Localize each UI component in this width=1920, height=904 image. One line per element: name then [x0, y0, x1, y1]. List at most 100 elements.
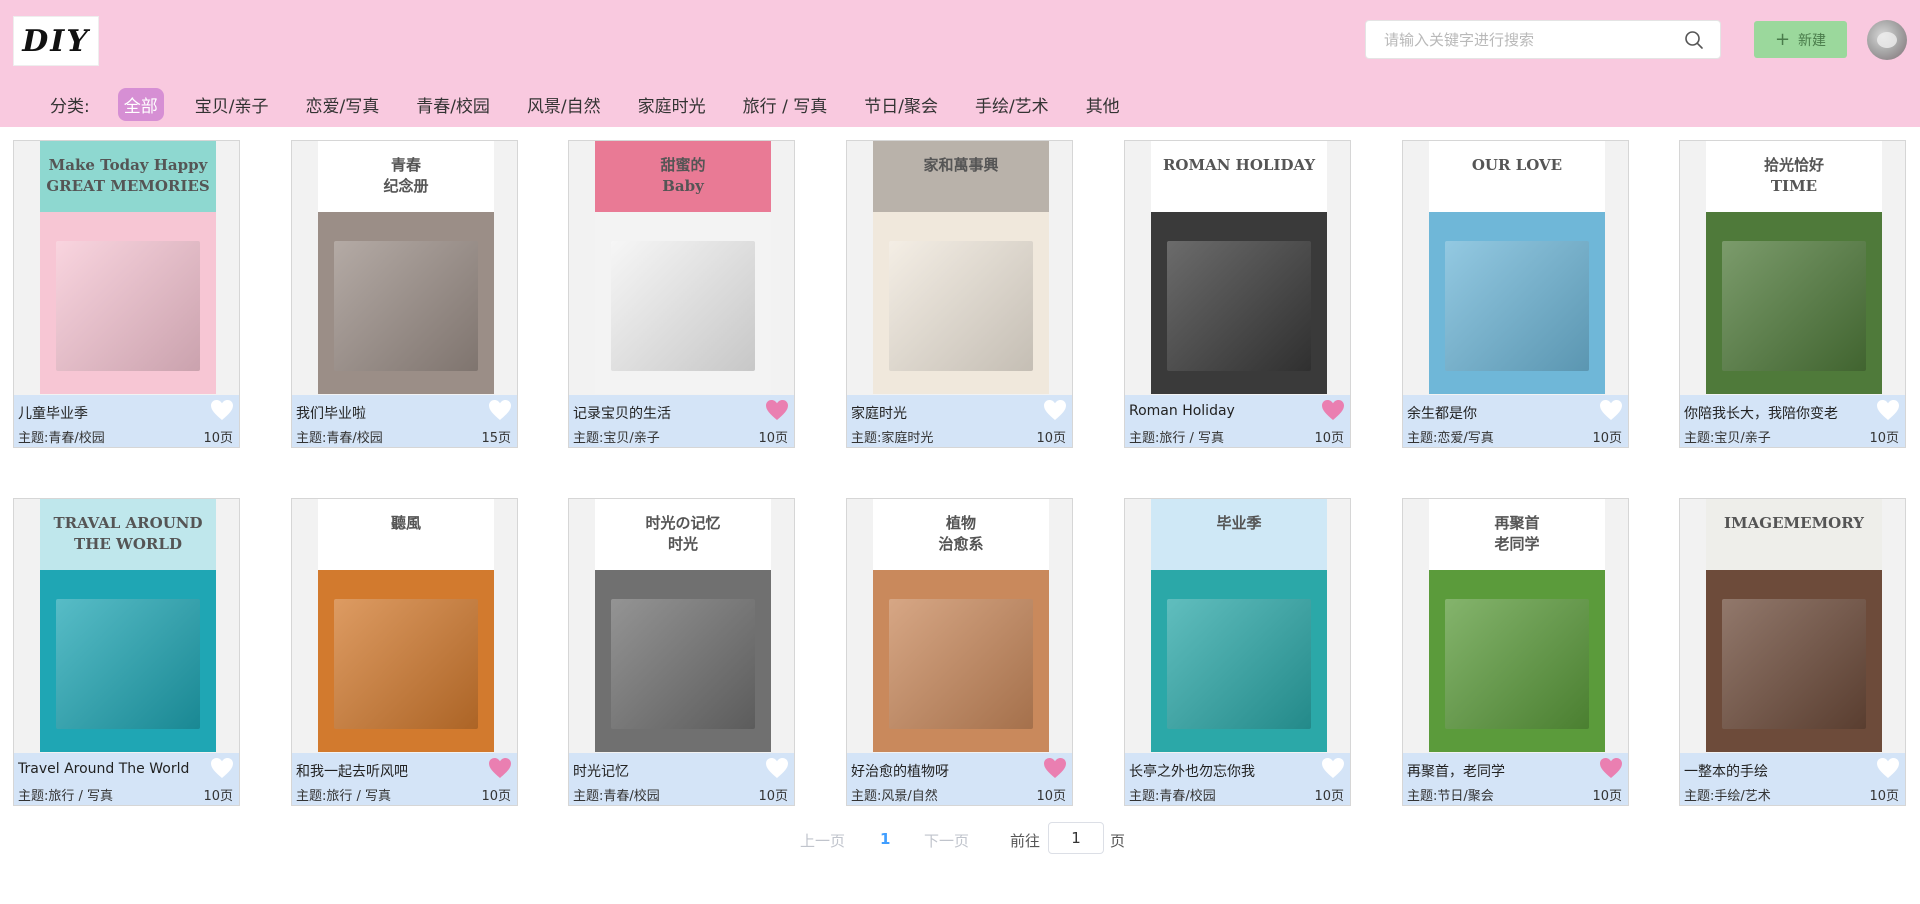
card-info: 你陪我长大，我陪你变老 主题:宝贝/亲子 10页: [1680, 395, 1905, 447]
card-page-count: 10页: [1869, 789, 1899, 804]
card-thumbnail[interactable]: 再聚首 老同学: [1429, 499, 1605, 752]
template-card[interactable]: 植物 治愈系 好治愈的植物呀 主题:风景/自然 10页: [846, 498, 1073, 806]
template-card[interactable]: IMAGEMEMORY 一整本的手绘 主题:手绘/艺术 10页: [1679, 498, 1906, 806]
search-icon[interactable]: [1684, 30, 1704, 50]
template-card[interactable]: Make Today Happy GREAT MEMORIES 儿童毕业季主题:青春…: [13, 140, 240, 448]
card-theme: 主题:青春/校园: [18, 431, 105, 446]
card-title[interactable]: 我们毕业啦: [296, 403, 366, 423]
page-number-current[interactable]: 1: [880, 830, 890, 848]
category-art[interactable]: 手绘/艺术: [969, 88, 1055, 121]
heart-icon[interactable]: [488, 399, 512, 421]
template-card[interactable]: 毕业季 长亭之外也勿忘你我 主题:青春/校园 10页: [1124, 498, 1351, 806]
heart-icon[interactable]: [1043, 757, 1067, 779]
card-info: 再聚首，老同学 主题:节日/聚会 10页: [1403, 753, 1628, 805]
card-title[interactable]: 家庭时光: [851, 403, 907, 423]
template-card[interactable]: 聽風 和我一起去听风吧 主题:旅行 / 写真 10页: [291, 498, 518, 806]
card-title[interactable]: 好治愈的植物呀: [851, 761, 949, 781]
card-title[interactable]: 时光记忆: [573, 761, 629, 781]
heart-icon[interactable]: [210, 757, 234, 779]
category-all[interactable]: 全部: [117, 87, 164, 121]
card-title[interactable]: 和我一起去听风吧: [296, 761, 408, 781]
card-title[interactable]: 一整本的手绘: [1684, 761, 1768, 781]
template-card[interactable]: ROMAN HOLIDAY Roman Holiday 主题:旅行 / 写真 10页: [1124, 140, 1351, 448]
card-thumbnail[interactable]: 时光の记忆 时光: [595, 499, 771, 752]
heart-icon[interactable]: [1043, 399, 1067, 421]
card-title[interactable]: Roman Holiday: [1129, 403, 1235, 419]
template-card[interactable]: 家和萬事興 家庭时光 主题:家庭时光 10页: [846, 140, 1073, 448]
template-card[interactable]: 拾光恰好 TIME 你陪我长大，我陪你变老 主题:宝贝/亲子 10页: [1679, 140, 1906, 448]
card-title[interactable]: 记录宝贝的生活: [573, 403, 671, 423]
heart-icon[interactable]: [488, 757, 512, 779]
template-card[interactable]: OUR LOVE 余生都是你 主题:恋爱/写真 10页: [1402, 140, 1629, 448]
card-title[interactable]: 儿童毕业季: [18, 403, 88, 423]
thumbnail-photo: [334, 599, 478, 729]
card-info: 长亭之外也勿忘你我 主题:青春/校园 10页: [1125, 753, 1350, 805]
card-thumbnail[interactable]: 聽風: [318, 499, 494, 752]
heart-icon[interactable]: [1599, 757, 1623, 779]
heart-icon[interactable]: [765, 757, 789, 779]
thumbnail-caption: 再聚首 老同学: [1429, 513, 1605, 555]
thumbnail-caption: ROMAN HOLIDAY: [1151, 155, 1327, 176]
heart-icon[interactable]: [1876, 399, 1900, 421]
card-theme: 主题:家庭时光: [851, 431, 934, 446]
category-love[interactable]: 恋爱/写真: [299, 88, 385, 121]
card-thumbnail[interactable]: TRAVAL AROUND THE WORLD: [40, 499, 216, 752]
category-travel[interactable]: 旅行 / 写真: [737, 88, 834, 121]
heart-icon[interactable]: [210, 399, 234, 421]
card-theme: 主题:旅行 / 写真: [18, 789, 114, 804]
card-theme: 主题:恋爱/写真: [1407, 431, 1494, 446]
category-baby[interactable]: 宝贝/亲子: [189, 88, 275, 121]
template-card[interactable]: 甜蜜的 Baby 记录宝贝的生活 主题:宝贝/亲子 10页: [568, 140, 795, 448]
card-title[interactable]: 长亭之外也勿忘你我: [1129, 761, 1255, 781]
thumbnail-caption-line: Make Today Happy: [48, 156, 208, 174]
plus-icon: +: [1774, 28, 1791, 50]
category-other[interactable]: 其他: [1080, 88, 1126, 121]
category-bar: 分类: 全部 宝贝/亲子 恋爱/写真 青春/校园 风景/自然 家庭时光 旅行 /…: [50, 86, 1151, 122]
thumbnail-photo: [334, 241, 478, 371]
card-theme: 主题:旅行 / 写真: [1129, 431, 1225, 446]
logo[interactable]: DIY: [13, 16, 99, 66]
card-info: Travel Around The World 主题:旅行 / 写真 10页: [14, 753, 239, 805]
category-youth[interactable]: 青春/校园: [410, 88, 496, 121]
heart-icon[interactable]: [1599, 399, 1623, 421]
card-page-count: 10页: [758, 431, 788, 446]
card-thumbnail[interactable]: Make Today Happy GREAT MEMORIES: [40, 141, 216, 394]
heart-icon[interactable]: [765, 399, 789, 421]
category-festival[interactable]: 节日/聚会: [858, 88, 944, 121]
thumbnail-caption: Make Today Happy GREAT MEMORIES: [40, 155, 216, 197]
heart-icon[interactable]: [1321, 757, 1345, 779]
thumbnail-photo: [611, 599, 755, 729]
card-thumbnail[interactable]: IMAGEMEMORY: [1706, 499, 1882, 752]
category-scenery[interactable]: 风景/自然: [521, 88, 607, 121]
new-button[interactable]: + 新建: [1754, 21, 1847, 58]
card-title[interactable]: Travel Around The World: [18, 761, 189, 777]
next-page-button[interactable]: 下一页: [924, 830, 969, 851]
heart-icon[interactable]: [1876, 757, 1900, 779]
category-family[interactable]: 家庭时光: [632, 88, 712, 121]
card-title[interactable]: 你陪我长大，我陪你变老: [1684, 403, 1838, 423]
card-thumbnail[interactable]: 拾光恰好 TIME: [1706, 141, 1882, 394]
template-card[interactable]: 青春 纪念册 我们毕业啦 主题:青春/校园 15页: [291, 140, 518, 448]
thumbnail-photo: [1722, 241, 1866, 371]
card-thumbnail[interactable]: 家和萬事興: [873, 141, 1049, 394]
new-button-label: 新建: [1798, 32, 1827, 49]
goto-page-input[interactable]: [1048, 822, 1104, 854]
avatar[interactable]: [1867, 20, 1907, 60]
template-card[interactable]: 时光の记忆 时光 时光记忆 主题:青春/校园 10页: [568, 498, 795, 806]
card-title[interactable]: 再聚首，老同学: [1407, 761, 1505, 781]
search-input[interactable]: [1384, 29, 1674, 51]
card-info: Roman Holiday 主题:旅行 / 写真 10页: [1125, 395, 1350, 447]
card-theme: 主题:青春/校园: [296, 431, 383, 446]
card-thumbnail[interactable]: OUR LOVE: [1429, 141, 1605, 394]
heart-icon[interactable]: [1321, 399, 1345, 421]
template-card[interactable]: 再聚首 老同学再聚首，老同学 主题:节日/聚会 10页: [1402, 498, 1629, 806]
card-thumbnail[interactable]: 植物 治愈系: [873, 499, 1049, 752]
card-thumbnail[interactable]: 青春 纪念册: [318, 141, 494, 394]
card-thumbnail[interactable]: ROMAN HOLIDAY: [1151, 141, 1327, 394]
card-thumbnail[interactable]: 毕业季: [1151, 499, 1327, 752]
card-thumbnail[interactable]: 甜蜜的 Baby: [595, 141, 771, 394]
template-card[interactable]: TRAVAL AROUND THE WORLD Travel Around The…: [13, 498, 240, 806]
prev-page-button[interactable]: 上一页: [800, 830, 845, 851]
search-box[interactable]: [1365, 20, 1721, 59]
card-title[interactable]: 余生都是你: [1407, 403, 1477, 423]
